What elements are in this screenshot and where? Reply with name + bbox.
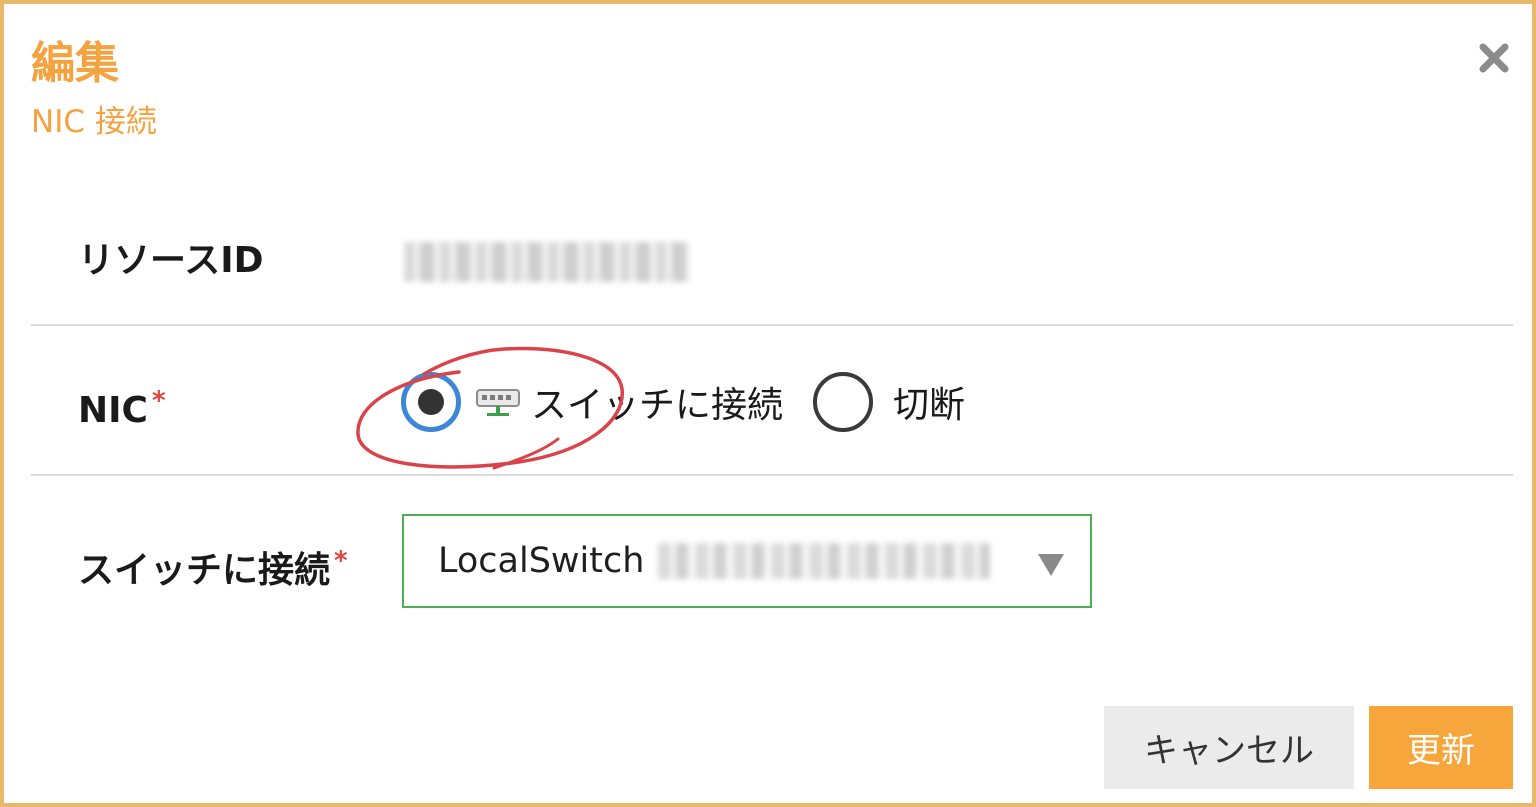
switch-icon bbox=[476, 389, 520, 416]
close-button[interactable] bbox=[1470, 34, 1518, 82]
nic-radio-group: スイッチに接続 切断 bbox=[401, 370, 965, 434]
divider bbox=[31, 324, 1513, 326]
radio-connect-switch[interactable] bbox=[401, 372, 461, 432]
cancel-button[interactable]: キャンセル bbox=[1104, 706, 1354, 789]
edit-dialog: 編集 NIC 接続 リソースID NIC * スイッチに接続 切断 スイッチに接… bbox=[0, 0, 1536, 807]
dialog-title: 編集 bbox=[31, 38, 119, 89]
dropdown-caret-icon bbox=[1038, 554, 1064, 576]
dialog-subtitle: NIC 接続 bbox=[31, 104, 157, 140]
option-connect-switch-label[interactable]: スイッチに接続 bbox=[531, 376, 783, 428]
required-mark: * bbox=[334, 546, 348, 576]
resource-id-label: リソースID bbox=[78, 240, 264, 281]
required-mark: * bbox=[151, 386, 166, 416]
close-x-icon bbox=[1479, 43, 1509, 73]
switch-label-text: スイッチに接続 bbox=[78, 550, 331, 591]
divider bbox=[31, 474, 1513, 476]
radio-disconnect[interactable] bbox=[813, 372, 874, 432]
update-button[interactable]: 更新 bbox=[1369, 706, 1513, 789]
resource-id-value bbox=[404, 242, 690, 282]
switch-id-value bbox=[658, 543, 991, 579]
switch-select-value: LocalSwitch bbox=[438, 541, 645, 581]
switch-label: スイッチに接続 * bbox=[78, 538, 348, 594]
option-disconnect-label[interactable]: 切断 bbox=[893, 376, 965, 428]
nic-label: NIC * bbox=[78, 378, 166, 434]
switch-select[interactable]: LocalSwitch bbox=[402, 514, 1092, 608]
nic-label-text: NIC bbox=[78, 390, 148, 431]
